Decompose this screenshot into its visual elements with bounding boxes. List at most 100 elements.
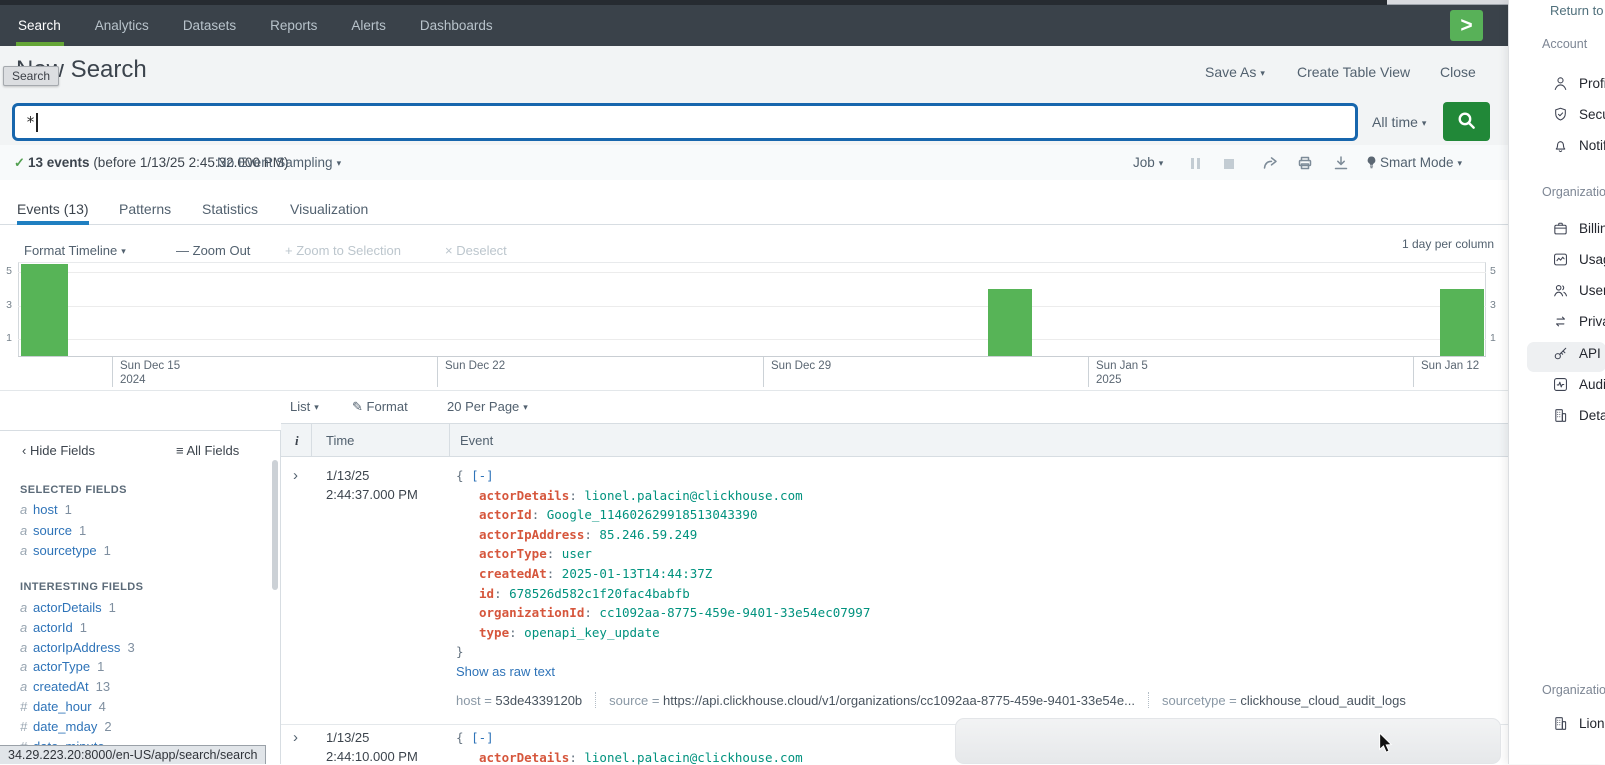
nav-item-alerts[interactable]: Alerts <box>351 18 386 33</box>
json-value[interactable]: 678526d582c1f20fac4babfb <box>509 586 690 601</box>
json-value[interactable]: 85.246.59.249 <box>599 527 697 542</box>
json-value[interactable]: openapi_key_update <box>524 625 659 640</box>
timeline-bar[interactable] <box>1440 289 1484 356</box>
menu-item-profile[interactable]: Profile <box>1552 74 1605 92</box>
field-item-date_hour[interactable]: #date_hour4 <box>20 699 106 717</box>
field-item-createdAt[interactable]: acreatedAt13 <box>20 679 110 697</box>
json-key[interactable]: actorId <box>479 507 532 522</box>
return-to-link[interactable]: Return to <box>1550 3 1603 18</box>
menu-item-private-endpoints[interactable]: Private endpoints <box>1552 312 1605 330</box>
search-button[interactable] <box>1443 102 1490 141</box>
print-icon[interactable] <box>1297 155 1313 174</box>
json-value[interactable]: lionel.palacin@clickhouse.com <box>584 488 802 503</box>
job-status-row: ✓ 13 events (before 1/13/25 2:45:32.000 … <box>0 145 1508 180</box>
meta-sourcetype-value[interactable]: clickhouse_cloud_audit_logs <box>1240 693 1406 708</box>
billing-icon <box>1552 220 1569 237</box>
close-button[interactable]: Close <box>1440 64 1476 80</box>
json-key[interactable]: type <box>479 625 509 640</box>
job-dropdown[interactable]: Job▾ <box>1133 145 1163 182</box>
json-key[interactable]: actorType <box>479 546 547 561</box>
events-timeline-chart <box>18 262 1486 356</box>
event-sampling-dropdown[interactable]: No Event Sampling▾ <box>217 145 341 182</box>
tab-statistics[interactable]: Statistics <box>202 201 258 217</box>
tab-visualization[interactable]: Visualization <box>290 201 368 217</box>
timeline-bar[interactable] <box>988 289 1032 356</box>
json-collapse-toggle[interactable]: [-] <box>471 730 494 745</box>
y-axis-label-left: 3 <box>0 299 12 311</box>
menu-item-organization-lionel[interactable]: Lionel <box>1552 714 1605 732</box>
nav-item-dashboards[interactable]: Dashboards <box>420 18 493 33</box>
active-tab-underline <box>17 221 89 225</box>
json-value[interactable]: lionel.palacin@clickhouse.com <box>584 750 802 765</box>
format-timeline-dropdown[interactable]: Format Timeline▾ <box>24 243 126 258</box>
field-item-sourcetype[interactable]: asourcetype1 <box>20 543 111 561</box>
pause-icon[interactable] <box>1191 157 1203 172</box>
field-item-actorDetails[interactable]: aactorDetails1 <box>20 600 116 618</box>
menu-item-usage[interactable]: Usage <box>1552 250 1605 268</box>
zoom-out-button[interactable]: — Zoom Out <box>176 243 250 258</box>
chevron-left-icon: ‹ <box>22 443 26 458</box>
meta-divider <box>1148 692 1149 708</box>
json-key[interactable]: id <box>479 586 494 601</box>
meta-source-value[interactable]: https://api.clickhouse.cloud/v1/organiza… <box>663 693 1135 708</box>
save-as-button[interactable]: Save As▾ <box>1205 64 1265 80</box>
menu-item-details[interactable]: Details <box>1552 406 1605 424</box>
field-item-source[interactable]: asource1 <box>20 523 86 541</box>
text-cursor <box>36 113 38 132</box>
create-table-view-button[interactable]: Create Table View <box>1297 64 1410 80</box>
json-key[interactable]: organizationId <box>479 605 584 620</box>
magnifier-icon <box>1457 111 1476 133</box>
json-key[interactable]: createdAt <box>479 566 547 581</box>
json-open-brace: { <box>456 730 464 745</box>
list-view-dropdown[interactable]: List▾ <box>290 399 319 414</box>
nav-item-datasets[interactable]: Datasets <box>183 18 236 33</box>
download-icon[interactable] <box>1333 155 1349 174</box>
nav-item-search[interactable]: Search <box>18 18 61 33</box>
meta-host-value[interactable]: 53de4339120b <box>495 693 582 708</box>
field-item-actorType[interactable]: aactorType1 <box>20 659 104 677</box>
chevron-down-icon: ▾ <box>1260 68 1265 78</box>
json-key[interactable]: actorDetails <box>479 488 569 503</box>
hide-fields-button[interactable]: ‹ Hide Fields <box>22 443 95 458</box>
fields-scrollbar[interactable] <box>272 460 278 590</box>
menu-item-security[interactable]: Security <box>1552 105 1605 123</box>
chevron-down-icon: ▾ <box>1159 158 1164 168</box>
field-item-actorIpAddress[interactable]: aactorIpAddress3 <box>20 640 135 658</box>
tab-patterns[interactable]: Patterns <box>119 201 171 217</box>
per-page-dropdown[interactable]: 20 Per Page▾ <box>447 399 528 414</box>
json-key[interactable]: actorDetails <box>479 750 569 765</box>
json-value[interactable]: 2025-01-13T14:44:37Z <box>562 566 713 581</box>
menu-item-api-keys[interactable]: API keys <box>1552 344 1605 362</box>
menu-item-users[interactable]: Users <box>1552 281 1605 299</box>
field-item-host[interactable]: ahost1 <box>20 502 72 520</box>
menu-item-audit[interactable]: Audit <box>1552 375 1605 393</box>
splunk-logo[interactable]: > <box>1450 10 1483 41</box>
json-value[interactable]: Google_114602629918513043390 <box>547 507 758 522</box>
menu-item-billing[interactable]: Billing <box>1552 219 1605 237</box>
timeline-divider <box>0 390 1508 391</box>
tab-events[interactable]: Events (13) <box>17 201 89 217</box>
event-expand-chevron[interactable]: › <box>293 469 298 483</box>
json-collapse-toggle[interactable]: [-] <box>471 468 494 483</box>
json-value[interactable]: cc1092aa-8775-459e-9401-33e54ec07997 <box>599 605 870 620</box>
json-key[interactable]: actorIpAddress <box>479 527 584 542</box>
nav-item-analytics[interactable]: Analytics <box>95 18 149 33</box>
chart-baseline <box>18 356 1486 357</box>
field-item-date_mday[interactable]: #date_mday2 <box>20 719 112 737</box>
search-mode-dropdown[interactable]: Smart Mode▾ <box>1380 145 1462 182</box>
search-input[interactable]: * <box>12 103 1358 141</box>
hover-highlight-overlay <box>955 718 1501 764</box>
nav-item-reports[interactable]: Reports <box>270 18 317 33</box>
timeline-bar[interactable] <box>21 264 68 356</box>
stop-icon[interactable] <box>1224 157 1234 172</box>
show-raw-text-link[interactable]: Show as raw text <box>456 664 555 679</box>
all-fields-button[interactable]: ≡ All Fields <box>176 443 239 458</box>
event-expand-chevron[interactable]: › <box>293 731 298 745</box>
format-results-button[interactable]: ✎ Format <box>352 399 408 415</box>
share-icon[interactable] <box>1262 155 1278 174</box>
time-range-picker[interactable]: All time▾ <box>1372 103 1426 141</box>
menu-item-notifications[interactable]: Notifications <box>1552 136 1605 154</box>
json-value[interactable]: user <box>562 546 592 561</box>
field-item-actorId[interactable]: aactorId1 <box>20 620 87 638</box>
x-axis-tick <box>437 357 438 387</box>
